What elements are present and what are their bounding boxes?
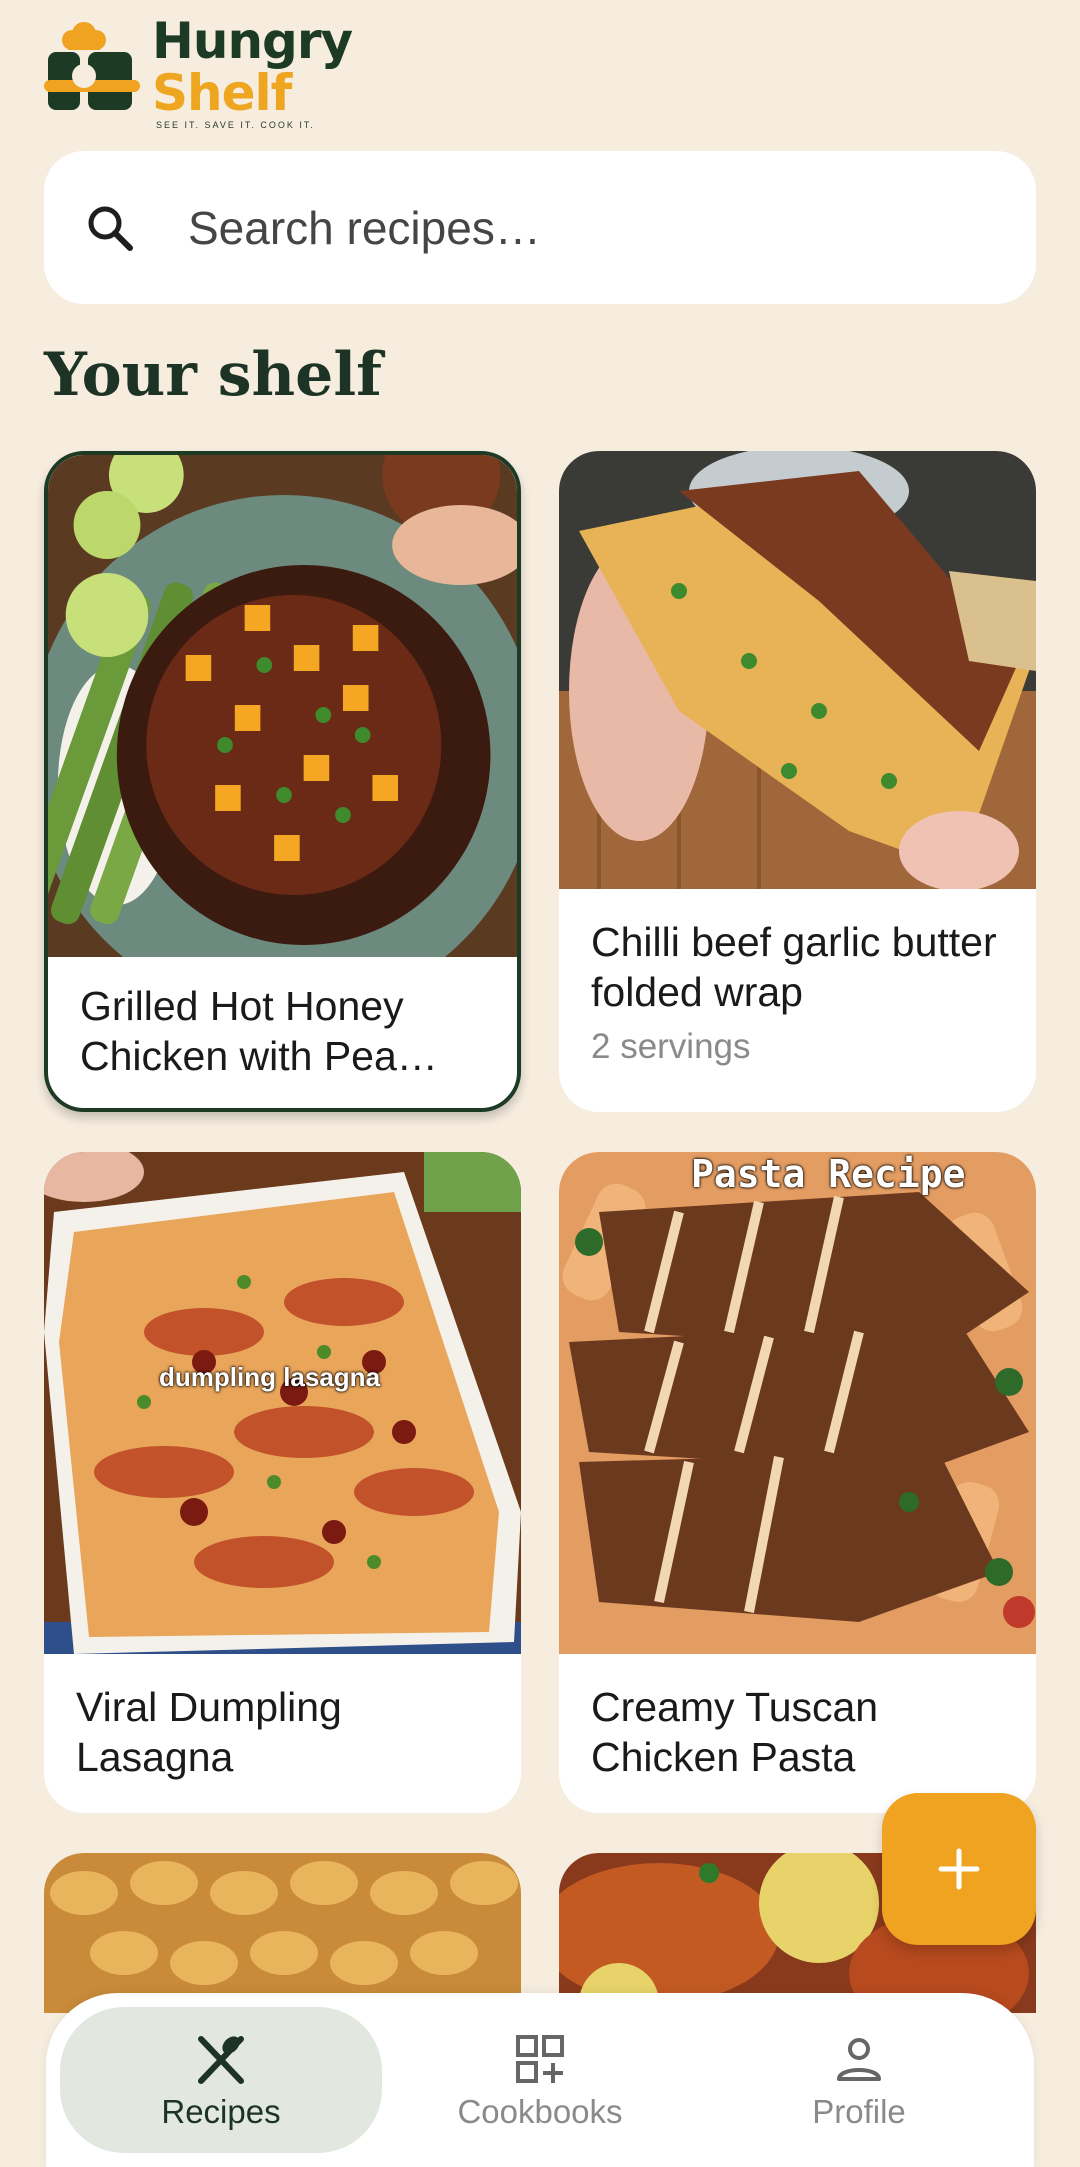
recipe-card[interactable]: dumpling lasagna Viral Dumpling Lasagna <box>44 1152 521 1813</box>
nav-label: Profile <box>812 2093 906 2130</box>
app-logo: Hungry Shelf SEE IT. SAVE IT. COOK IT. <box>44 12 364 130</box>
recipe-servings: 2 servings <box>591 1027 751 1066</box>
chef-hat-logo-icon <box>44 22 140 110</box>
search-icon <box>88 206 133 251</box>
fork-knife-icon <box>198 2036 244 2084</box>
nav-label: Recipes <box>161 2093 281 2130</box>
brand-line2: Shelf <box>152 64 292 122</box>
nav-item-recipes[interactable]: Recipes <box>60 2007 382 2153</box>
recipe-image <box>44 1152 521 1654</box>
recipe-image <box>559 451 1036 889</box>
recipe-card[interactable]: Pasta Recipe Creamy Tuscan Chicken Pasta <box>559 1152 1036 1813</box>
brand-tagline: SEE IT. SAVE IT. COOK IT. <box>156 120 315 130</box>
search-input[interactable] <box>188 151 1008 304</box>
recipe-image-caption: dumpling lasagna <box>159 1362 381 1392</box>
recipe-image <box>44 1853 521 2013</box>
recipe-card[interactable]: Chilli beef garlic butter folded wrap 2 … <box>559 451 1036 1112</box>
recipe-image-caption: Pasta Recipe <box>691 1152 966 1196</box>
bottom-navigation: Recipes Cookbooks Profile <box>46 1993 1034 2167</box>
recipe-card[interactable] <box>44 1853 521 2013</box>
recipe-title: Creamy Tuscan Chicken Pasta <box>591 1684 879 1780</box>
recipe-title: Grilled Hot Honey Chicken with Pea… <box>80 983 438 1079</box>
brand-line1: Hungry <box>152 12 353 70</box>
nav-item-profile[interactable]: Profile <box>698 2007 1020 2153</box>
recipe-image <box>559 1152 1036 1654</box>
plus-icon <box>938 1848 980 1890</box>
search-bar[interactable] <box>44 151 1036 304</box>
recipe-image <box>48 455 517 957</box>
add-recipe-button[interactable] <box>882 1793 1036 1945</box>
person-icon <box>837 2038 881 2081</box>
grid-plus-icon <box>516 2035 564 2083</box>
recipe-title: Viral Dumpling Lasagna <box>76 1684 342 1780</box>
recipe-title: Chilli beef garlic butter folded wrap <box>591 919 997 1015</box>
section-title: Your shelf <box>44 340 382 410</box>
recipe-card[interactable]: Grilled Hot Honey Chicken with Pea… <box>44 451 521 1112</box>
nav-item-cookbooks[interactable]: Cookbooks <box>379 2007 701 2153</box>
nav-label: Cookbooks <box>457 2093 623 2130</box>
